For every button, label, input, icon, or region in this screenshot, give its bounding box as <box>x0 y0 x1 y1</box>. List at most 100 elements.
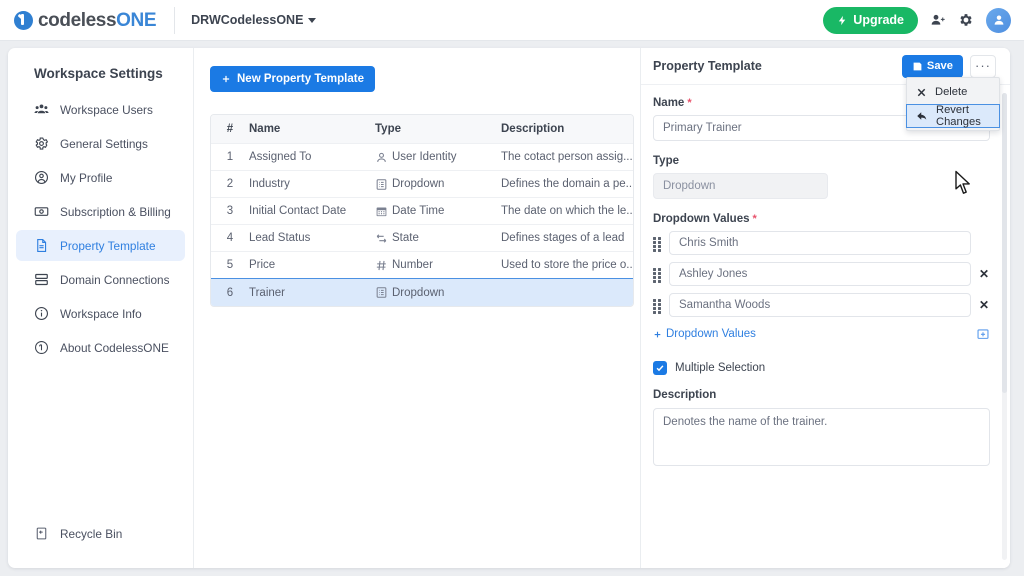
row-description: Defines stages of a lead <box>501 232 625 244</box>
dropdown-value-text: Ashley Jones <box>679 268 748 280</box>
dropdown-value-input[interactable]: Ashley Jones <box>669 262 971 286</box>
sidebar-item-label: Recycle Bin <box>60 526 123 541</box>
sidebar-item-label: Property Template <box>60 238 156 253</box>
sidebar: Workspace Settings Workspace Users Gener… <box>8 48 194 568</box>
table-row[interactable]: 1 Assigned To User Identity The cotact p… <box>211 144 633 171</box>
dropdown-value-input[interactable]: Chris Smith <box>669 231 971 255</box>
add-box-icon[interactable] <box>976 327 990 341</box>
property-template-detail-panel: Property Template Save ··· Delete Revert… <box>640 48 1010 568</box>
row-name: Industry <box>249 178 290 190</box>
more-options-button[interactable]: ··· <box>970 54 996 78</box>
row-num: 6 <box>226 286 234 299</box>
app-logo[interactable]: codelessONE <box>0 9 157 31</box>
lightning-bolt-icon <box>837 15 848 26</box>
remove-value-icon[interactable]: ✕ <box>978 267 990 281</box>
logo-text-a: codeless <box>38 9 117 31</box>
description-value: Denotes the name of the trainer. <box>663 416 828 428</box>
row-description: Used to store the price o... <box>501 259 633 271</box>
dropdown-value-input[interactable]: Samantha Woods <box>669 293 971 317</box>
workspace-name-label: DRWCodelessONE <box>191 13 304 27</box>
server-stack-icon <box>34 272 49 287</box>
scrollbar-thumb[interactable] <box>1002 93 1007 393</box>
close-x-icon <box>916 87 927 98</box>
column-header-type: Type <box>375 123 401 135</box>
sidebar-item-domain-connections[interactable]: Domain Connections <box>16 264 185 295</box>
name-label-text: Name <box>653 97 685 109</box>
drag-handle-icon[interactable] <box>653 267 662 283</box>
row-name: Trainer <box>249 286 285 299</box>
dropdown-values-label-text: Dropdown Values <box>653 213 750 225</box>
name-field-value: Primary Trainer <box>663 122 742 134</box>
save-button[interactable]: Save <box>901 54 963 78</box>
row-name: Assigned To <box>249 151 312 163</box>
sidebar-item-recycle-bin[interactable]: Recycle Bin <box>16 518 185 549</box>
sidebar-item-label: Workspace Users <box>60 102 153 117</box>
table-row[interactable]: 5 Price Number Used to store the price o… <box>211 252 633 279</box>
description-textarea[interactable]: Denotes the name of the trainer. <box>653 408 990 466</box>
row-num: 4 <box>226 232 234 244</box>
gear-icon[interactable] <box>958 12 974 28</box>
property-template-table: # Name Type Description 1 Assigned To Us… <box>210 114 634 307</box>
row-type-label: User Identity <box>392 151 457 163</box>
top-bar: codelessONE DRWCodelessONE Upgrade <box>0 0 1024 41</box>
menu-item-delete[interactable]: Delete <box>907 80 999 104</box>
sidebar-item-label: Domain Connections <box>60 272 170 287</box>
state-icon <box>375 232 388 245</box>
type-field-value: Dropdown <box>663 180 716 192</box>
logo-text: codelessONE <box>38 9 157 31</box>
upgrade-label: Upgrade <box>853 13 904 27</box>
page-title: Property Template <box>653 59 762 73</box>
workspace-selector[interactable]: DRWCodelessONE <box>191 13 317 27</box>
multiple-selection-checkbox[interactable] <box>653 361 667 375</box>
sidebar-bottom: Recycle Bin <box>8 515 193 552</box>
dropdown-value-row: Ashley Jones ✕ <box>653 262 990 286</box>
sidebar-item-workspace-users[interactable]: Workspace Users <box>16 94 185 125</box>
remove-value-icon[interactable]: ✕ <box>978 298 990 312</box>
back-arrow-icon <box>916 110 928 122</box>
chevron-down-icon <box>308 17 317 23</box>
sidebar-item-label: My Profile <box>60 170 113 185</box>
required-marker: * <box>752 213 757 225</box>
add-dropdown-values-button[interactable]: Dropdown Values <box>653 328 756 340</box>
row-type-label: Dropdown <box>392 178 445 190</box>
dropdown-icon <box>375 178 388 191</box>
new-property-template-button[interactable]: New Property Template <box>210 66 375 92</box>
users-group-icon <box>34 102 49 117</box>
drag-handle-icon[interactable] <box>653 298 662 314</box>
table-row[interactable]: 2 Industry Dropdown Defines the domain a… <box>211 171 633 198</box>
menu-item-revert-changes[interactable]: Revert Changes <box>906 104 1000 128</box>
multiple-selection-row: Multiple Selection <box>653 361 990 375</box>
avatar[interactable] <box>986 7 1011 33</box>
sidebar-item-workspace-info[interactable]: Workspace Info <box>16 298 185 329</box>
row-num: 5 <box>226 259 234 271</box>
about-logo-icon <box>34 340 49 355</box>
sidebar-item-subscription-billing[interactable]: Subscription & Billing <box>16 196 185 227</box>
table-row[interactable]: 4 Lead Status State Defines stages of a … <box>211 225 633 252</box>
banknote-icon <box>34 204 49 219</box>
row-type-label: Dropdown <box>392 286 445 299</box>
user-identity-icon <box>375 151 388 164</box>
row-description: The date on which the le... <box>501 205 633 217</box>
hash-icon <box>375 259 388 272</box>
drag-handle-icon[interactable] <box>653 236 662 252</box>
codelessone-logo-icon <box>14 10 33 30</box>
row-type: Dropdown <box>375 178 501 191</box>
row-description: Defines the domain a pe... <box>501 178 633 190</box>
sidebar-item-label: Workspace Info <box>60 306 142 321</box>
row-type: Number <box>375 259 501 272</box>
row-type: User Identity <box>375 151 501 164</box>
required-marker: * <box>687 97 692 109</box>
table-row[interactable]: 6 Trainer Dropdown <box>211 278 633 306</box>
row-num: 3 <box>226 205 234 217</box>
sidebar-item-my-profile[interactable]: My Profile <box>16 162 185 193</box>
detail-actions: Save ··· <box>901 54 996 78</box>
upgrade-button[interactable]: Upgrade <box>823 6 918 34</box>
row-name: Price <box>249 259 276 271</box>
sidebar-item-general-settings[interactable]: General Settings <box>16 128 185 159</box>
sidebar-item-about-codelessone[interactable]: About CodelessONE <box>16 332 185 363</box>
row-num: 2 <box>226 178 234 190</box>
sidebar-item-property-template[interactable]: Property Template <box>16 230 185 261</box>
table-row[interactable]: 3 Initial Contact Date Date Time The dat… <box>211 198 633 225</box>
add-user-icon[interactable] <box>930 12 946 28</box>
